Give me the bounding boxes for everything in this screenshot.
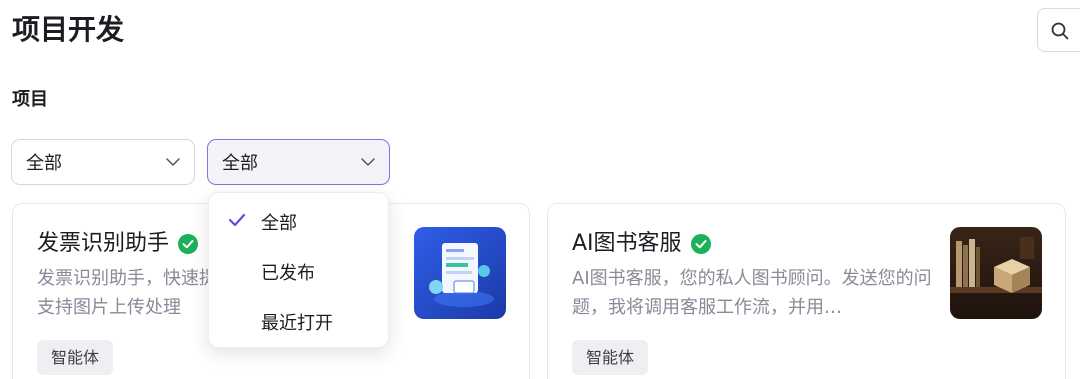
published-check-icon — [690, 234, 711, 254]
page-title: 项目开发 — [12, 13, 125, 46]
filter-select-1[interactable]: 全部 — [11, 139, 195, 185]
dropdown-item-recent[interactable]: 最近打开 — [209, 297, 388, 347]
chevron-down-icon — [361, 158, 375, 166]
card-type-tag: 智能体 — [37, 340, 114, 375]
dropdown-item-label: 全部 — [261, 213, 297, 234]
card-type-tag: 智能体 — [572, 340, 649, 375]
filter-select-value: 全部 — [26, 153, 62, 174]
published-check-icon — [178, 234, 199, 254]
filter-dropdown-menu: 全部 已发布 最近打开 — [208, 192, 389, 348]
dropdown-item-label: 已发布 — [261, 263, 315, 284]
card-title: 发票识别助手 — [37, 231, 170, 256]
check-icon — [228, 213, 246, 227]
invoice-thumbnail-icon — [414, 227, 506, 319]
filter-select-value: 全部 — [222, 153, 258, 174]
card-title-row: 发票识别助手 — [37, 229, 199, 259]
project-card-book-service[interactable]: AI图书客服 AI图书客服，您的私人图书顾问。发送您的问题，我将调用客服工作流，… — [547, 203, 1066, 379]
card-title: AI图书客服 — [572, 231, 682, 256]
dropdown-item-published[interactable]: 已发布 — [209, 247, 388, 297]
card-title-row: AI图书客服 — [572, 229, 712, 259]
dropdown-item-label: 最近打开 — [261, 313, 333, 334]
bookshelf-thumbnail-icon — [950, 227, 1042, 319]
card-description: AI图书客服，您的私人图书顾问。发送您的问题，我将调用客服工作流，并用… — [572, 268, 932, 318]
search-button[interactable] — [1037, 8, 1080, 52]
chevron-down-icon — [166, 158, 180, 166]
dropdown-item-all[interactable]: 全部 — [209, 197, 388, 247]
section-label: 项目 — [12, 89, 48, 110]
filter-select-2[interactable]: 全部 — [207, 139, 390, 185]
search-icon — [1051, 22, 1069, 40]
page: 项目开发 项目 全部 全部 发票识别助手 发票识别助手，快速提取发票中的关键信息… — [0, 0, 1080, 379]
